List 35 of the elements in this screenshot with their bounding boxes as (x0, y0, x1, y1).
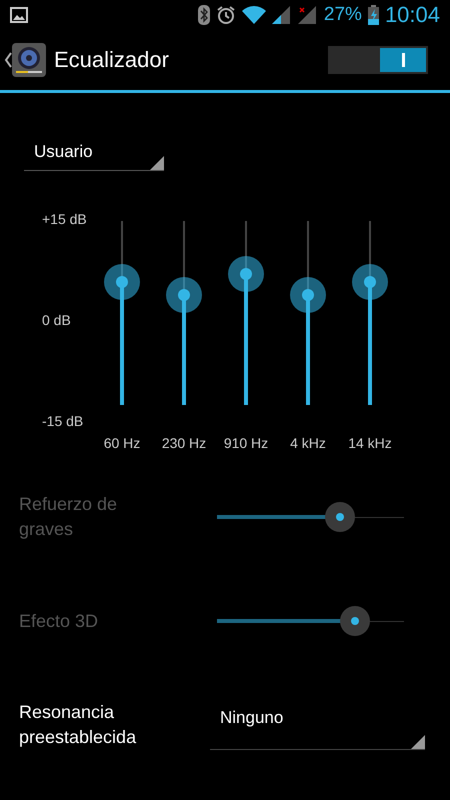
frequency-label: 14 kHz (348, 435, 392, 451)
clock: 10:04 (384, 2, 440, 28)
alarm-icon (216, 5, 236, 25)
setting-label: Refuerzo de graves (19, 493, 118, 541)
band-slider-thumb[interactable] (290, 276, 326, 313)
back-icon[interactable] (4, 52, 12, 68)
frequency-label: 910 Hz (224, 435, 268, 451)
frequency-label: 230 Hz (162, 435, 206, 451)
setting-label: Resonancia preestablecida (19, 701, 138, 749)
screen-title: Ecualizador (54, 47, 170, 73)
band-slider-thumb[interactable] (104, 264, 140, 300)
preset-dropdown[interactable]: Usuario (24, 133, 164, 171)
frequency-label: 60 Hz (104, 435, 140, 451)
speaker-icon (12, 43, 46, 77)
effect-slider-thumb[interactable] (325, 502, 356, 532)
band-slider-thumb[interactable] (352, 264, 388, 300)
bluetooth-icon (198, 5, 210, 25)
battery-percentage: 27% (324, 4, 362, 26)
effect-slider-thumb[interactable] (340, 606, 370, 636)
no-signal-icon (298, 6, 318, 24)
band-slider-thumb[interactable] (166, 276, 202, 313)
db-label: +15 dB (42, 211, 88, 227)
dropdown-corner-icon (411, 735, 425, 749)
setting-label: Efecto 3D (19, 610, 100, 632)
battery-charging-icon (368, 5, 379, 25)
db-label: -15 dB (42, 413, 84, 429)
signal-icon (272, 6, 292, 24)
picture-icon (10, 7, 28, 23)
frequency-label: 4 kHz (290, 435, 326, 451)
band-slider-thumb[interactable] (228, 256, 264, 292)
reverb-dropdown[interactable]: Ninguno (210, 700, 425, 750)
db-label: 0 dB (42, 312, 72, 328)
toggle-switch[interactable] (328, 46, 428, 74)
wifi-icon (242, 6, 266, 24)
dropdown-corner-icon (150, 156, 164, 170)
